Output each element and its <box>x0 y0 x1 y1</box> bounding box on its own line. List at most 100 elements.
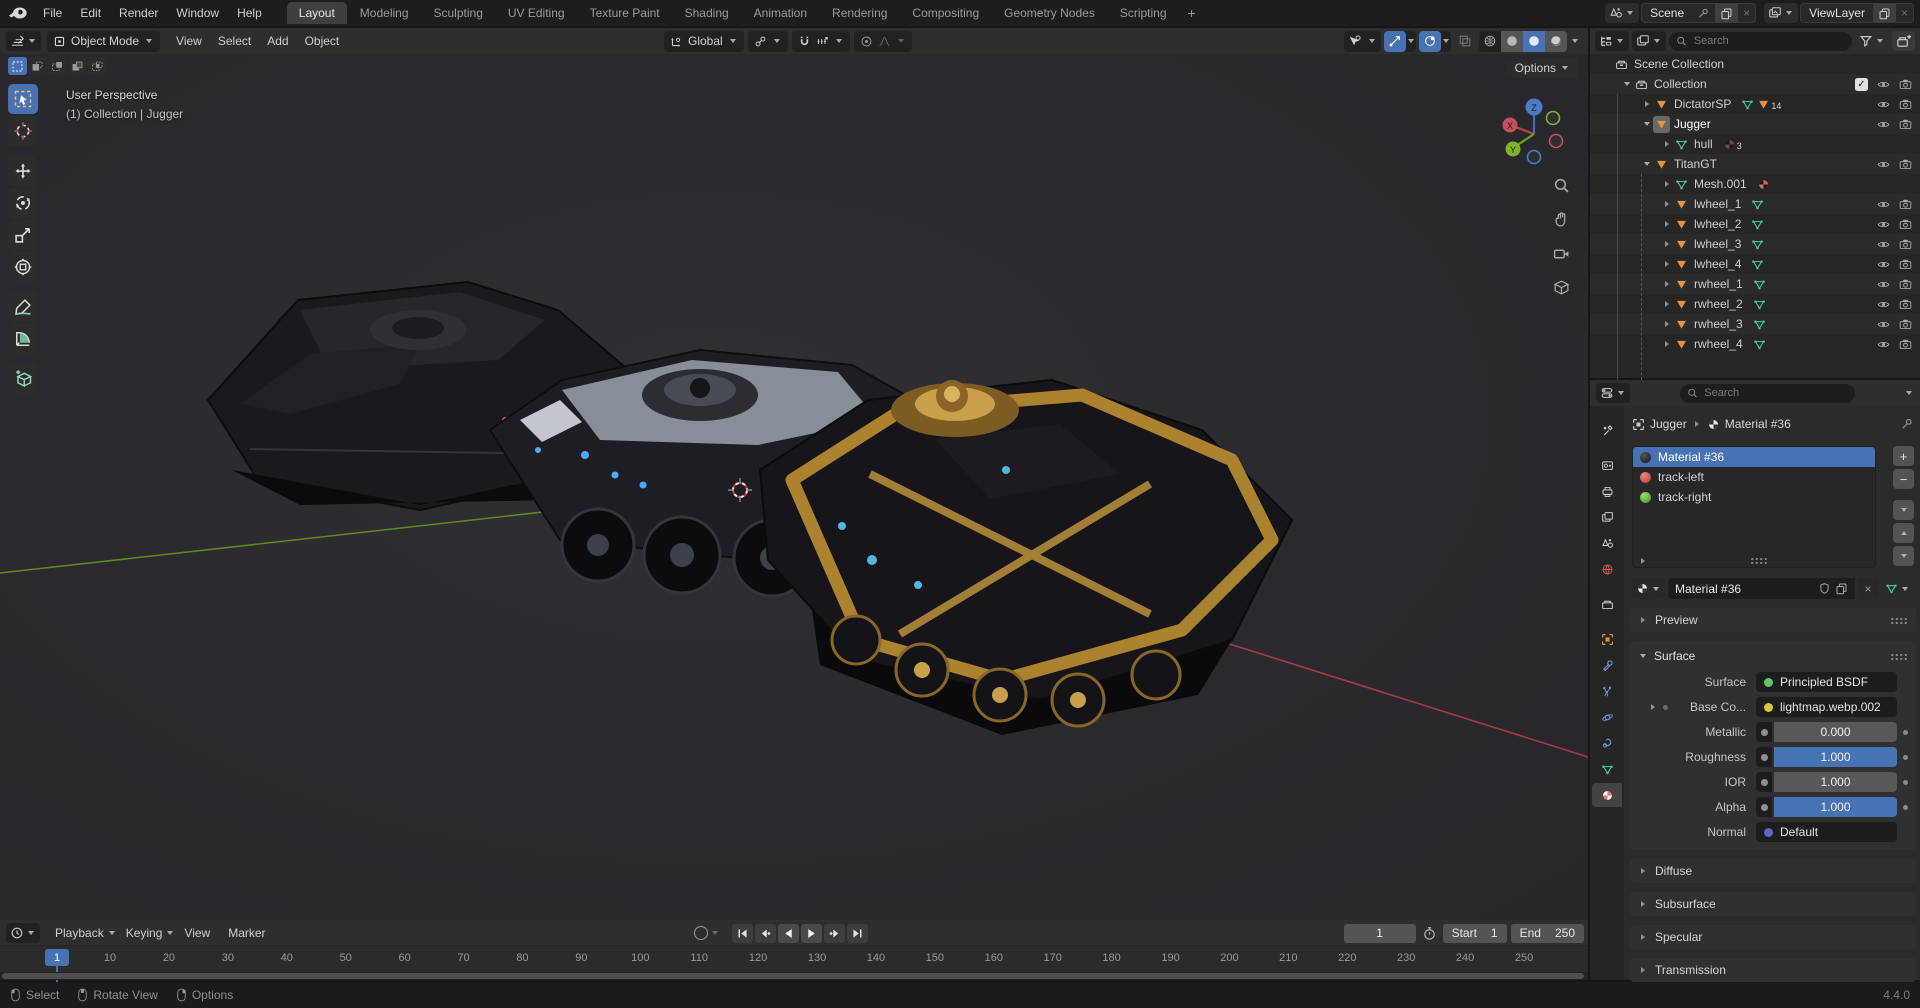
tab-world-properties[interactable] <box>1592 557 1622 581</box>
snap-group[interactable] <box>792 31 850 52</box>
zoom-view-icon[interactable] <box>1548 172 1574 198</box>
expander-icon[interactable] <box>1640 122 1653 126</box>
play-reverse-button[interactable] <box>778 924 799 943</box>
disable-render-toggle[interactable] <box>1899 278 1912 291</box>
outliner-row-mesh-001[interactable]: Mesh.001 <box>1590 174 1920 194</box>
expander-icon[interactable] <box>1660 321 1673 327</box>
metallic-slider[interactable]: 0.000 <box>1774 722 1897 742</box>
surface-shader-select[interactable]: Principled BSDF <box>1756 672 1897 692</box>
timeline-scrollbar[interactable] <box>0 972 1588 980</box>
outliner-row-rwheel-2[interactable]: rwheel_2 <box>1590 294 1920 314</box>
remove-slot-button[interactable]: − <box>1893 469 1914 489</box>
material-browse-dropdown[interactable] <box>1632 578 1665 599</box>
hide-eye-toggle[interactable] <box>1877 218 1890 231</box>
tab-tool-properties[interactable] <box>1592 418 1622 442</box>
xray-toggle[interactable] <box>1454 31 1476 52</box>
tab-geometry-nodes[interactable]: Geometry Nodes <box>992 2 1107 24</box>
disable-render-toggle[interactable] <box>1899 298 1912 311</box>
current-frame-marker[interactable]: 1 <box>45 949 69 966</box>
tab-object-properties[interactable] <box>1592 627 1622 651</box>
pin-icon[interactable] <box>1692 4 1715 22</box>
expander-icon[interactable] <box>1660 241 1673 247</box>
tab-animation[interactable]: Animation <box>742 2 819 24</box>
expand-base-color-icon[interactable] <box>1651 704 1655 710</box>
hide-eye-toggle[interactable] <box>1877 338 1890 351</box>
remove-view-layer-button[interactable]: × <box>1896 4 1913 22</box>
tab-render-properties[interactable] <box>1592 453 1622 477</box>
play-button[interactable] <box>801 924 822 943</box>
shading-rendered-button[interactable] <box>1545 31 1567 52</box>
panel-subsurface[interactable]: Subsurface <box>1630 892 1916 916</box>
expander-icon[interactable] <box>1660 221 1673 227</box>
outliner-row-lwheel-1[interactable]: lwheel_1 <box>1590 194 1920 214</box>
properties-search-input[interactable] <box>1702 386 1847 400</box>
auto-keying-toggle[interactable] <box>694 926 708 940</box>
viewport-menu-select[interactable]: Select <box>210 31 259 51</box>
timeline-menu-view[interactable]: View <box>175 923 219 943</box>
tab-modifiers-properties[interactable] <box>1592 653 1622 677</box>
editor-type-outliner-icon[interactable] <box>1595 31 1629 51</box>
add-slot-button[interactable]: + <box>1893 446 1914 466</box>
panel-specular[interactable]: Specular <box>1630 925 1916 949</box>
tool-move-button[interactable] <box>8 156 38 186</box>
menu-window[interactable]: Window <box>167 3 228 23</box>
hide-eye-toggle[interactable] <box>1877 78 1890 91</box>
move-slot-down-button[interactable] <box>1893 546 1914 566</box>
add-workspace-button[interactable]: + <box>1180 3 1204 23</box>
animate-dot[interactable] <box>1903 755 1908 760</box>
exclude-checkbox[interactable]: ✓ <box>1855 78 1868 91</box>
scene-name-field[interactable]: Scene × <box>1641 3 1756 23</box>
unlink-material-button[interactable]: × <box>1858 578 1878 599</box>
blender-logo-icon[interactable] <box>8 6 28 20</box>
tab-layout[interactable]: Layout <box>287 2 347 24</box>
decorate-dot[interactable] <box>1663 705 1668 710</box>
panel-diffuse[interactable]: Diffuse <box>1630 859 1916 883</box>
panel-transmission[interactable]: Transmission <box>1630 958 1916 982</box>
slot-filter-expander[interactable] <box>1641 558 1645 564</box>
select-mode-set-button[interactable] <box>8 57 27 75</box>
outliner-row-rwheel-3[interactable]: rwheel_3 <box>1590 314 1920 334</box>
timeline-menu-marker[interactable]: Marker <box>219 923 274 943</box>
value-socket-icon[interactable] <box>1756 722 1772 742</box>
pan-view-icon[interactable] <box>1548 206 1574 232</box>
expander-icon[interactable] <box>1620 82 1633 86</box>
menu-render[interactable]: Render <box>110 3 167 23</box>
select-mode-subtract-button[interactable] <box>48 57 67 75</box>
hide-eye-toggle[interactable] <box>1877 278 1890 291</box>
copy-datablock-icon[interactable] <box>1835 582 1848 595</box>
tab-output-properties[interactable] <box>1592 479 1622 503</box>
outliner-display-mode-icon[interactable] <box>1632 31 1666 51</box>
toggle-ortho-icon[interactable] <box>1548 274 1574 300</box>
prev-keyframe-button[interactable] <box>755 924 776 943</box>
timeline-scrollbar-handle[interactable] <box>2 973 1584 979</box>
outliner-search[interactable] <box>1669 32 1852 51</box>
list-resize-grip[interactable] <box>1750 557 1768 564</box>
tab-rendering[interactable]: Rendering <box>820 2 899 24</box>
outliner-row-lwheel-3[interactable]: lwheel_3 <box>1590 234 1920 254</box>
ior-slider[interactable]: 1.000 <box>1774 772 1897 792</box>
tool-select-box-button[interactable] <box>8 84 38 114</box>
options-dropdown[interactable]: Options <box>1507 58 1578 78</box>
tool-measure-button[interactable] <box>8 324 38 354</box>
hide-eye-toggle[interactable] <box>1877 198 1890 211</box>
disable-render-toggle[interactable] <box>1899 338 1912 351</box>
scene-type-icon[interactable] <box>1605 3 1639 23</box>
expander-icon[interactable] <box>1640 101 1653 107</box>
expander-icon[interactable] <box>1660 261 1673 267</box>
editor-type-timeline-icon[interactable] <box>6 923 40 943</box>
preview-panel[interactable]: Preview <box>1630 608 1916 632</box>
new-collection-button[interactable] <box>1892 31 1915 51</box>
tank-titangt[interactable] <box>760 380 1292 735</box>
pivot-dropdown[interactable] <box>748 31 788 52</box>
tab-modeling[interactable]: Modeling <box>348 2 421 24</box>
tab-shading[interactable]: Shading <box>673 2 741 24</box>
tool-rotate-button[interactable] <box>8 188 38 218</box>
select-mode-invert-button[interactable] <box>68 57 87 75</box>
pin-icon[interactable] <box>1900 417 1914 431</box>
disable-render-toggle[interactable] <box>1899 218 1912 231</box>
mode-dropdown[interactable]: Object Mode <box>47 31 160 52</box>
new-view-layer-button[interactable] <box>1873 4 1896 22</box>
hide-eye-toggle[interactable] <box>1877 118 1890 131</box>
jump-to-start-button[interactable] <box>732 924 753 943</box>
hide-eye-toggle[interactable] <box>1877 318 1890 331</box>
